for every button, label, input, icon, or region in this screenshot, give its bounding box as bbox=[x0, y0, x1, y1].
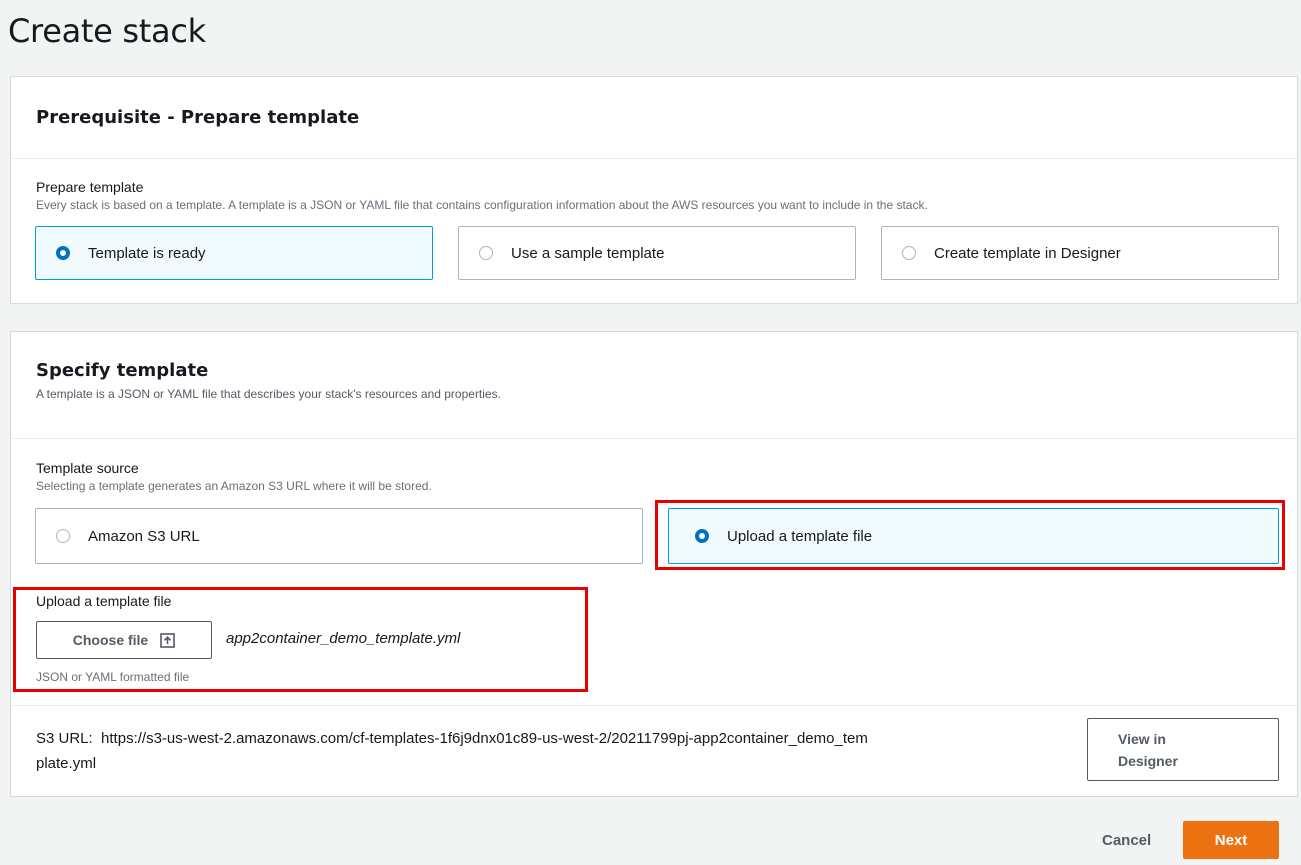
radio-designer-template[interactable] bbox=[902, 246, 916, 260]
template-source-field: Template source Selecting a template gen… bbox=[36, 460, 432, 493]
upload-hint: JSON or YAML formatted file bbox=[36, 670, 190, 684]
choose-file-label: Choose file bbox=[72, 632, 149, 648]
tile-upload-template[interactable]: Upload a template file bbox=[668, 508, 1279, 564]
specify-template-header: Specify template A template is a JSON or… bbox=[11, 332, 1297, 439]
s3-url-label: S3 URL: bbox=[36, 730, 93, 747]
cancel-button[interactable]: Cancel bbox=[1102, 832, 1151, 849]
s3-url-readout: S3 URL: https://s3-us-west-2.amazonaws.c… bbox=[36, 726, 1086, 776]
view-in-designer-line1: View in bbox=[1118, 730, 1166, 747]
specify-template-desc: A template is a JSON or YAML file that d… bbox=[36, 387, 501, 401]
tile-designer-template[interactable]: Create template in Designer bbox=[881, 226, 1279, 280]
view-in-designer-button[interactable]: View in Designer bbox=[1087, 718, 1279, 781]
tile-sample-template-label: Use a sample template bbox=[511, 244, 665, 262]
radio-template-ready[interactable] bbox=[56, 246, 70, 260]
tile-sample-template[interactable]: Use a sample template bbox=[458, 226, 856, 280]
specify-template-heading: Specify template bbox=[36, 360, 209, 381]
template-source-desc: Selecting a template generates an Amazon… bbox=[36, 479, 432, 493]
prerequisite-panel: Prerequisite - Prepare template Prepare … bbox=[10, 76, 1298, 304]
prerequisite-header: Prerequisite - Prepare template bbox=[11, 77, 1297, 159]
tile-upload-template-label: Upload a template file bbox=[727, 527, 873, 545]
tile-amazon-s3-url[interactable]: Amazon S3 URL bbox=[35, 508, 643, 564]
choose-file-button[interactable]: Choose file bbox=[36, 621, 212, 659]
next-button[interactable]: Next bbox=[1183, 821, 1279, 859]
radio-upload-template[interactable] bbox=[695, 529, 709, 543]
view-in-designer-line2: Designer bbox=[1118, 752, 1178, 769]
prepare-template-desc: Every stack is based on a template. A te… bbox=[36, 198, 928, 212]
radio-amazon-s3-url[interactable] bbox=[56, 529, 70, 543]
prepare-template-field: Prepare template Every stack is based on… bbox=[36, 179, 928, 212]
selected-file-name: app2container_demo_template.yml bbox=[226, 630, 461, 647]
prepare-template-label: Prepare template bbox=[36, 179, 144, 195]
s3-url-value: https://s3-us-west-2.amazonaws.com/cf-te… bbox=[101, 730, 868, 747]
upload-file-label: Upload a template file bbox=[36, 593, 172, 609]
tile-amazon-s3-url-label: Amazon S3 URL bbox=[88, 527, 200, 545]
prerequisite-heading: Prerequisite - Prepare template bbox=[36, 107, 360, 128]
radio-sample-template[interactable] bbox=[479, 246, 493, 260]
tile-template-ready[interactable]: Template is ready bbox=[35, 226, 433, 280]
tile-designer-template-label: Create template in Designer bbox=[934, 244, 1121, 262]
specify-template-panel: Specify template A template is a JSON or… bbox=[10, 331, 1298, 797]
page-title: Create stack bbox=[8, 12, 206, 50]
s3-url-divider bbox=[11, 705, 1297, 706]
tile-template-ready-label: Template is ready bbox=[88, 244, 206, 262]
upload-icon bbox=[160, 632, 176, 648]
s3-url-value-continued: plate.yml bbox=[36, 755, 97, 772]
template-source-label: Template source bbox=[36, 460, 139, 476]
